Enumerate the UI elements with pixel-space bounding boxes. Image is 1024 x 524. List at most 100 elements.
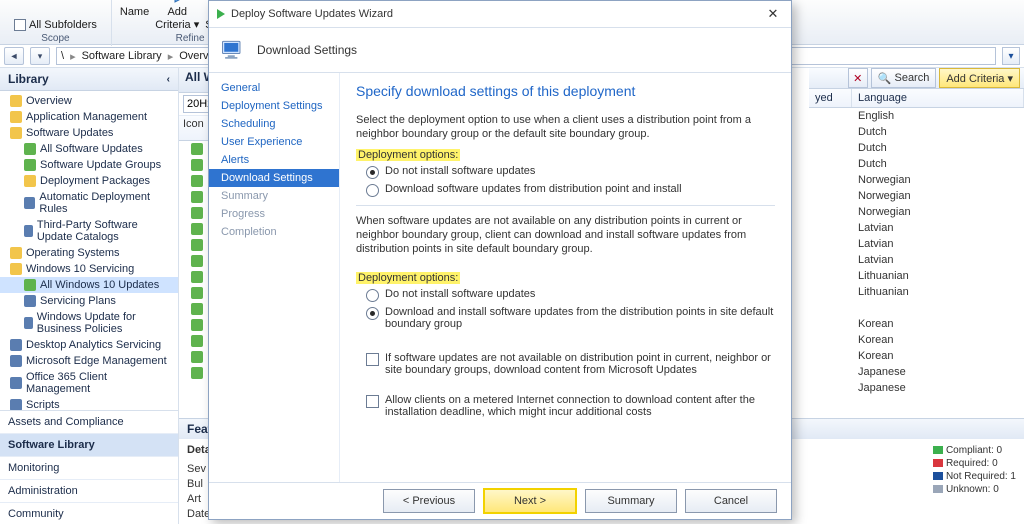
update-icon <box>191 239 203 251</box>
workspace-item[interactable]: Monitoring <box>0 457 178 480</box>
workspace-item[interactable]: Community <box>0 503 178 524</box>
folder-icon <box>10 95 22 107</box>
wizard-nav-item[interactable]: General <box>209 79 339 97</box>
wizard-content: Specify download settings of this deploy… <box>340 73 791 482</box>
nav-tree-item[interactable]: Microsoft Edge Management <box>0 353 178 369</box>
dialog-close-button[interactable]: ✕ <box>761 5 785 23</box>
folder-icon <box>24 175 36 187</box>
table-row[interactable]: Lithuanian <box>809 268 1024 284</box>
nav-tree-item[interactable]: Operating Systems <box>0 245 178 261</box>
table-row[interactable]: Korean <box>809 316 1024 332</box>
breadcrumb-dropdown[interactable]: ▾ <box>1002 47 1020 65</box>
table-row[interactable]: Dutch <box>809 156 1024 172</box>
table-row[interactable]: Latvian <box>809 220 1024 236</box>
table-row[interactable]: Norwegian <box>809 204 1024 220</box>
deploy-wizard-dialog: Deploy Software Updates Wizard ✕ Downloa… <box>208 0 792 520</box>
table-row[interactable]: Japanese <box>809 364 1024 380</box>
nav-fwd-button[interactable]: ▾ <box>30 47 50 65</box>
nav-tree-item[interactable]: Desktop Analytics Servicing <box>0 337 178 353</box>
nav-tree-item[interactable]: Overview <box>0 93 178 109</box>
nav-back-button[interactable]: ◄ <box>4 47 24 65</box>
table-row[interactable]: Korean <box>809 332 1024 348</box>
dialog-title: Deploy Software Updates Wizard <box>231 8 393 20</box>
summary-button[interactable]: Summary <box>585 489 677 513</box>
folder-icon <box>10 247 22 259</box>
table-row[interactable]: Dutch <box>809 140 1024 156</box>
update-icon <box>191 223 203 235</box>
dialog-header: Download Settings <box>209 28 791 73</box>
breadcrumb-root: \ <box>61 50 64 62</box>
tag-icon <box>125 0 145 5</box>
table-row[interactable]: Lithuanian <box>809 284 1024 300</box>
nav-tree-item[interactable]: Windows Update for Business Policies <box>0 309 178 337</box>
nav-tree-item[interactable]: Office 365 Client Management <box>0 369 178 397</box>
nav-tree-item[interactable]: All Software Updates <box>0 141 178 157</box>
deploy-arrow-icon <box>217 9 225 19</box>
table-row[interactable]: Japanese <box>809 380 1024 396</box>
chk-metered-connection[interactable]: Allow clients on a metered Internet conn… <box>366 394 775 418</box>
folder-icon <box>24 317 33 329</box>
wizard-nav-item[interactable]: User Experience <box>209 133 339 151</box>
update-icon <box>191 207 203 219</box>
opt-default-do-not-install[interactable]: Do not install software updates <box>366 288 775 302</box>
table-row[interactable] <box>809 300 1024 316</box>
computer-icon <box>219 36 247 64</box>
nav-tree-item[interactable]: Servicing Plans <box>0 293 178 309</box>
library-pane-title: Library ‹ <box>0 68 178 91</box>
opt-neighbor-download-install[interactable]: Download software updates from distribut… <box>366 183 775 197</box>
update-icon <box>191 159 203 171</box>
nav-tree-item[interactable]: All Windows 10 Updates <box>0 277 178 293</box>
add-criteria-button-2[interactable]: Add Criteria ▾ <box>939 68 1020 88</box>
table-row[interactable]: English <box>809 108 1024 124</box>
table-row[interactable]: Latvian <box>809 236 1024 252</box>
wizard-nav-item[interactable]: Scheduling <box>209 115 339 133</box>
filter-icon <box>167 0 187 5</box>
opt-neighbor-do-not-install[interactable]: Do not install software updates <box>366 165 775 179</box>
ribbon-group-scope: All Subfolders Scope <box>0 0 112 46</box>
col-deployed[interactable]: yed <box>809 89 852 107</box>
table-row[interactable]: Dutch <box>809 124 1024 140</box>
wizard-nav-item[interactable]: Alerts <box>209 151 339 169</box>
nav-tree-item[interactable]: Deployment Packages <box>0 173 178 189</box>
cancel-button[interactable]: Cancel <box>685 489 777 513</box>
col-language[interactable]: Language <box>852 89 1024 107</box>
checkbox-icon <box>366 353 379 366</box>
breadcrumb-seg-1[interactable]: Software Library <box>82 50 162 62</box>
workspace-item[interactable]: Administration <box>0 480 178 503</box>
nav-tree-item[interactable]: Scripts <box>0 397 178 410</box>
table-row[interactable]: Korean <box>809 348 1024 364</box>
chevron-right-icon: ▸ <box>70 50 76 63</box>
radio-icon <box>366 184 379 197</box>
name-button[interactable]: Name <box>120 0 149 18</box>
nav-tree-item[interactable]: Windows 10 Servicing <box>0 261 178 277</box>
nav-tree-item[interactable]: Third-Party Software Update Catalogs <box>0 217 178 245</box>
wizard-page-title: Specify download settings of this deploy… <box>356 83 775 99</box>
clear-search-button[interactable]: ✕ <box>848 68 868 88</box>
workspace-item[interactable]: Assets and Compliance <box>0 411 178 434</box>
folder-icon <box>24 143 36 155</box>
table-row[interactable]: Latvian <box>809 252 1024 268</box>
workspace-item[interactable]: Software Library <box>0 434 178 457</box>
next-button[interactable]: Next > <box>483 488 577 514</box>
add-criteria-button[interactable]: Add Criteria ▾ <box>155 0 199 31</box>
chevron-left-icon[interactable]: ‹ <box>167 74 170 85</box>
table-row[interactable]: Norwegian <box>809 172 1024 188</box>
update-icon <box>191 271 203 283</box>
results-rows: EnglishDutchDutchDutchNorwegianNorwegian… <box>809 108 1024 418</box>
previous-button[interactable]: < Previous <box>383 489 475 513</box>
nav-tree-item[interactable]: Software Updates <box>0 125 178 141</box>
search-button[interactable]: 🔍 Search <box>871 68 937 88</box>
dialog-titlebar[interactable]: Deploy Software Updates Wizard ✕ <box>209 1 791 28</box>
all-subfolders-toggle[interactable]: All Subfolders <box>8 15 103 31</box>
nav-tree-item[interactable]: Automatic Deployment Rules <box>0 189 178 217</box>
nav-tree-item[interactable]: Software Update Groups <box>0 157 178 173</box>
opt-default-download-install[interactable]: Download and install software updates fr… <box>366 306 775 330</box>
nav-tree[interactable]: OverviewApplication ManagementSoftware U… <box>0 91 178 410</box>
table-row[interactable]: Norwegian <box>809 188 1024 204</box>
wizard-nav-item[interactable]: Deployment Settings <box>209 97 339 115</box>
nav-tree-item[interactable]: Application Management <box>0 109 178 125</box>
wizard-overlay: Deploy Software Updates Wizard ✕ Downloa… <box>208 0 790 524</box>
wizard-nav-item: Completion <box>209 223 339 241</box>
chk-microsoft-updates[interactable]: If software updates are not available on… <box>366 352 775 376</box>
wizard-nav-item[interactable]: Download Settings <box>209 169 339 187</box>
